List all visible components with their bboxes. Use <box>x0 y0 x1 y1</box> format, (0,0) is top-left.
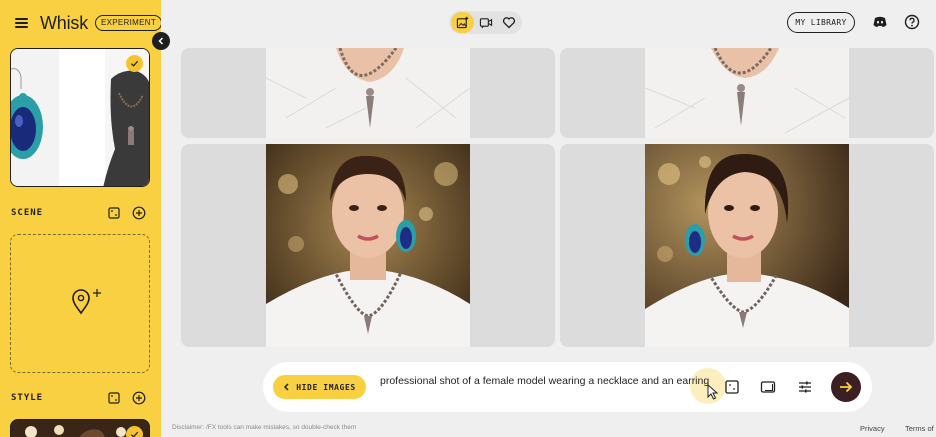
chevron-left-icon <box>284 383 289 391</box>
favorites-icon <box>502 17 515 29</box>
scene-label: SCENE <box>11 208 44 218</box>
generated-image-tile[interactable] <box>181 144 555 347</box>
mouse-cursor-icon <box>707 384 719 400</box>
app-name: Whisk <box>40 12 88 33</box>
dice-icon[interactable] <box>107 206 121 220</box>
style-label: STYLE <box>11 393 44 403</box>
mode-switcher <box>449 11 522 34</box>
add-icon[interactable] <box>132 206 146 220</box>
send-button[interactable] <box>831 372 861 402</box>
subject-image-card[interactable] <box>10 48 150 187</box>
hide-images-button[interactable]: HIDE IMAGES <box>273 375 366 399</box>
hide-images-label: HIDE IMAGES <box>296 382 356 392</box>
generated-image-tile[interactable] <box>560 48 934 138</box>
generated-image <box>266 48 470 138</box>
image-mode-icon <box>456 16 469 29</box>
check-icon <box>126 426 143 437</box>
disclaimer-text: Disclaimer: /FX tools can make mistakes,… <box>172 424 357 431</box>
terms-link[interactable]: Terms of <box>905 424 934 433</box>
generated-image <box>645 48 849 138</box>
aspect-ratio-icon[interactable] <box>724 379 740 395</box>
favorites-button[interactable] <box>497 12 520 33</box>
collapse-sidebar-button[interactable] <box>152 32 170 50</box>
arrow-right-icon <box>840 381 853 393</box>
hamburger-icon[interactable] <box>15 18 28 28</box>
check-icon <box>126 55 143 72</box>
generated-image-tile[interactable] <box>560 144 934 347</box>
brand: Whisk EXPERIMENT <box>15 12 161 34</box>
experiment-badge: EXPERIMENT <box>95 15 161 31</box>
discord-icon[interactable] <box>872 14 888 30</box>
privacy-link[interactable]: Privacy <box>860 424 885 433</box>
video-mode-button[interactable] <box>474 12 497 33</box>
generated-image-tile[interactable] <box>181 48 555 138</box>
sidebar: Whisk EXPERIMENT SCENE STYLE <box>0 0 161 437</box>
video-mode-icon <box>479 18 492 29</box>
generated-image <box>266 144 470 347</box>
location-pin-icon <box>72 289 101 315</box>
prompt-input[interactable]: professional shot of a female model wear… <box>380 375 709 387</box>
generated-image <box>645 144 849 347</box>
scene-drop-zone[interactable] <box>10 234 150 373</box>
image-format-icon[interactable] <box>760 379 776 395</box>
add-icon[interactable] <box>132 391 146 405</box>
help-icon[interactable] <box>904 14 920 30</box>
settings-sliders-icon[interactable] <box>797 379 813 395</box>
prompt-bar: HIDE IMAGES professional shot of a femal… <box>263 362 872 412</box>
style-image-card[interactable] <box>10 419 150 437</box>
dice-icon[interactable] <box>107 391 121 405</box>
image-mode-button[interactable] <box>451 12 474 33</box>
chevron-left-icon <box>158 37 164 45</box>
my-library-button[interactable]: MY LIBRARY <box>787 12 855 33</box>
